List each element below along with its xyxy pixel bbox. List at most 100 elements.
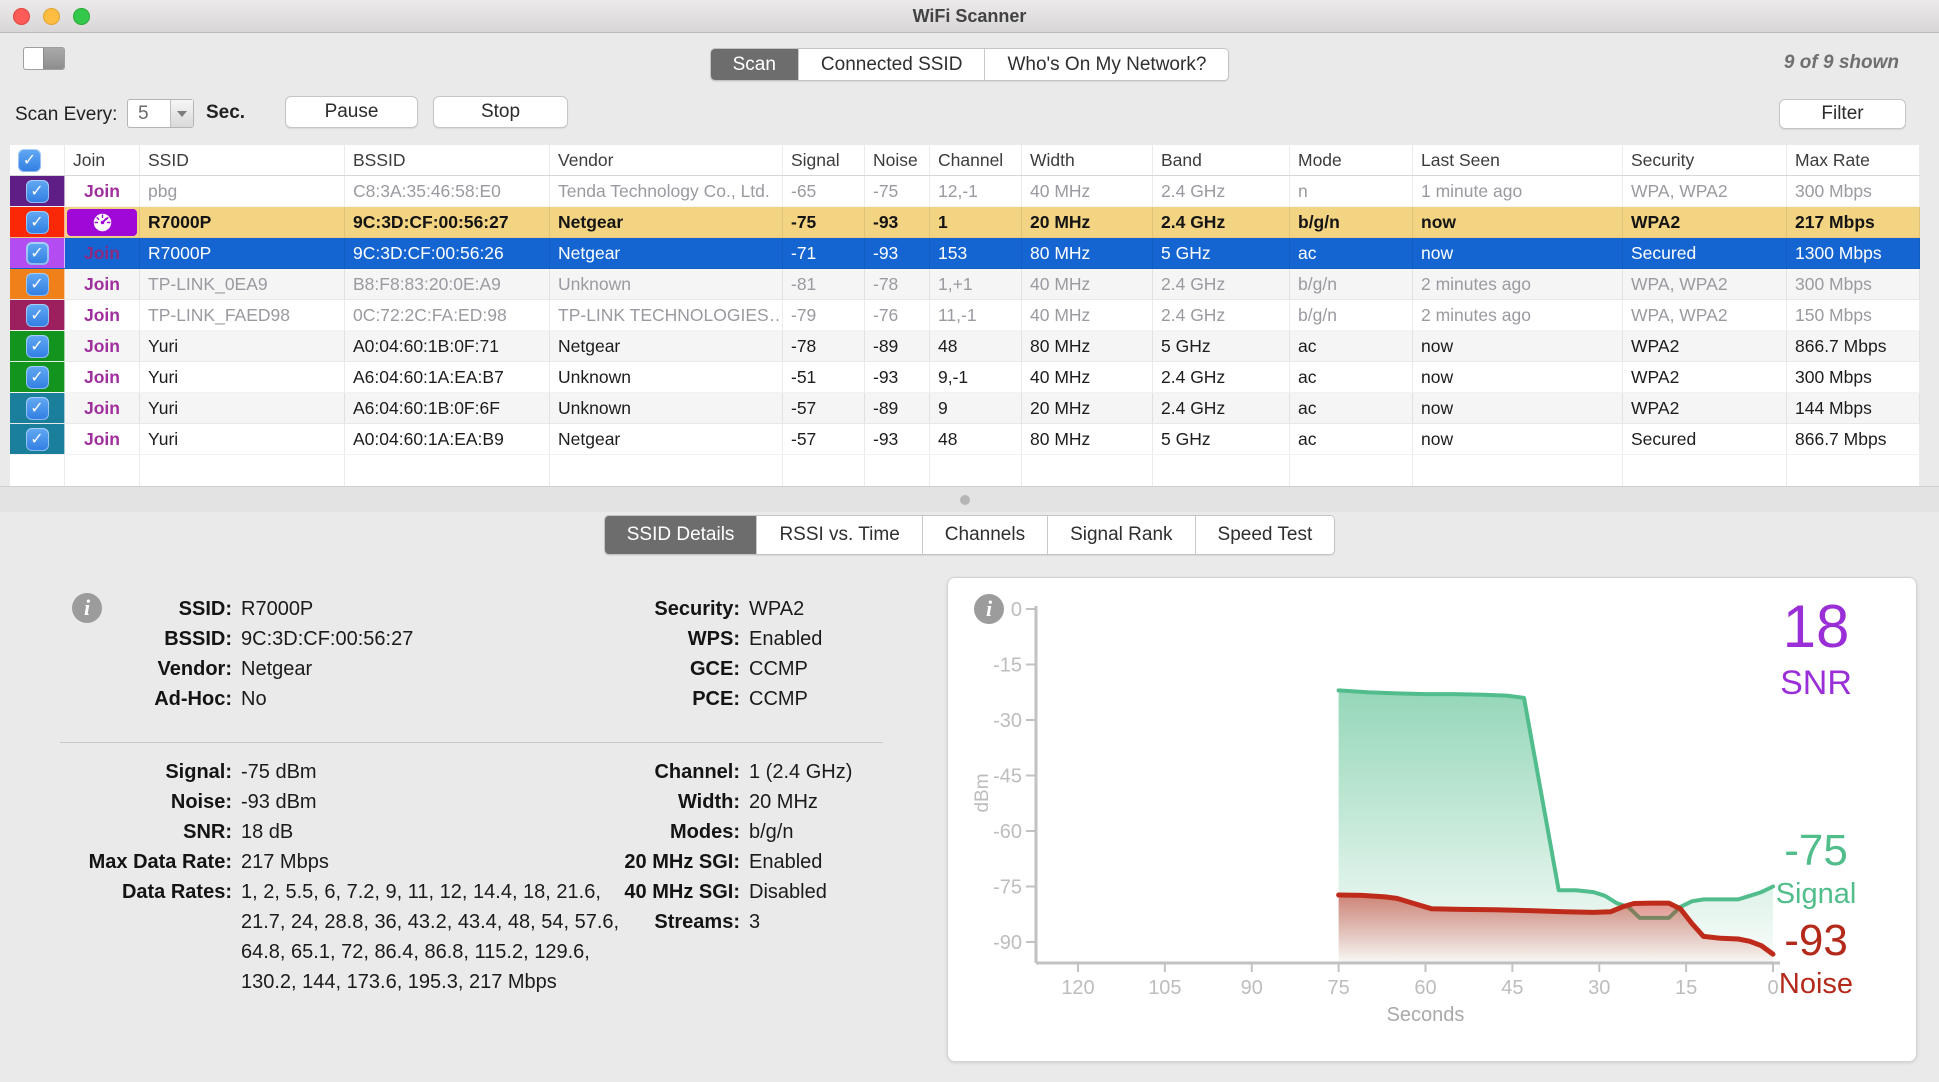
cell-max-rate: 300 Mbps — [1787, 176, 1920, 206]
detail-field: Channel:1 (2.4 GHz) — [500, 757, 880, 787]
table-row[interactable]: ✓JoinTP-LINK_0EA9B8:F8:83:20:0E:A9Unknow… — [10, 269, 1920, 300]
cell-mode: ac — [1290, 424, 1413, 454]
cell-vendor: TP-LINK TECHNOLOGIES… — [550, 300, 783, 330]
empty-cell — [1623, 455, 1787, 486]
select-all-header-cell[interactable]: ✓ — [10, 145, 65, 175]
table-row[interactable]: ✓JoinYuriA6:04:60:1B:0F:6FUnknown-57-899… — [10, 393, 1920, 424]
cell-security: Secured — [1623, 424, 1787, 454]
row-checkbox[interactable]: ✓ — [26, 242, 49, 265]
cell-ssid: Yuri — [140, 362, 345, 392]
cell-mode: b/g/n — [1290, 207, 1413, 237]
row-color-swatch: ✓ — [10, 331, 65, 361]
cell-width: 80 MHz — [1022, 331, 1153, 361]
network-table: ✓JoinSSIDBSSIDVendorSignalNoiseChannelWi… — [10, 145, 1920, 487]
cell-max-rate: 300 Mbps — [1787, 362, 1920, 392]
field-value: Enabled — [749, 624, 822, 654]
cell-width: 40 MHz — [1022, 269, 1153, 299]
join-button[interactable]: Join — [84, 243, 120, 264]
table-row[interactable]: ✓JoinYuriA0:04:60:1B:0F:71Netgear-78-894… — [10, 331, 1920, 362]
cell-last-seen: now — [1413, 331, 1623, 361]
detail-field: 40 MHz SGI:Disabled — [500, 877, 880, 907]
join-button[interactable]: Join — [84, 305, 120, 326]
cell-channel: 9 — [930, 393, 1022, 423]
detail-tab-channels[interactable]: Channels — [923, 516, 1048, 554]
cell-channel: 1,+1 — [930, 269, 1022, 299]
table-row[interactable]: ✓JoinTP-LINK_FAED980C:72:2C:FA:ED:98TP-L… — [10, 300, 1920, 331]
cell-max-rate: 150 Mbps — [1787, 300, 1920, 330]
pause-button[interactable]: Pause — [285, 96, 418, 128]
svg-text:105: 105 — [1148, 977, 1181, 999]
detail-field: WPS:Enabled — [500, 624, 880, 654]
row-checkbox[interactable]: ✓ — [26, 428, 49, 451]
filter-button[interactable]: Filter — [1779, 99, 1906, 129]
empty-cell — [865, 455, 930, 486]
table-row[interactable]: ✓JoinYuriA6:04:60:1A:EA:B7Unknown-51-939… — [10, 362, 1920, 393]
cell-ssid: Yuri — [140, 393, 345, 423]
cell-max-rate: 1300 Mbps — [1787, 238, 1920, 268]
cell-last-seen: 2 minutes ago — [1413, 300, 1623, 330]
join-button[interactable]: Join — [84, 274, 120, 295]
join-cell: Join — [65, 331, 140, 361]
noise-label: Noise — [1736, 968, 1896, 1001]
cell-mode: b/g/n — [1290, 300, 1413, 330]
cell-mode: n — [1290, 176, 1413, 206]
cell-signal: -81 — [783, 269, 865, 299]
join-button[interactable]: Join — [84, 429, 120, 450]
signal-value: -75 — [1736, 826, 1896, 876]
join-button[interactable]: Join — [84, 181, 120, 202]
join-button[interactable]: Join — [84, 367, 120, 388]
cell-signal: -65 — [783, 176, 865, 206]
table-row[interactable]: ✓JoinYuriA0:04:60:1A:EA:B9Netgear-57-934… — [10, 424, 1920, 455]
cell-security: WPA2 — [1623, 393, 1787, 423]
row-checkbox[interactable]: ✓ — [26, 304, 49, 327]
tab-connected-ssid[interactable]: Connected SSID — [799, 49, 986, 80]
svg-text:15: 15 — [1675, 977, 1697, 999]
detail-field: BSSID:9C:3D:CF:00:56:27 — [60, 624, 540, 654]
empty-cell — [1413, 455, 1623, 486]
svg-text:-60: -60 — [993, 821, 1022, 843]
cell-bssid: A0:04:60:1B:0F:71 — [345, 331, 550, 361]
column-header-vendor: Vendor — [550, 145, 783, 175]
cell-ssid: Yuri — [140, 331, 345, 361]
tab-who-s-on-my-network[interactable]: Who's On My Network? — [985, 49, 1228, 80]
join-cell — [65, 207, 140, 237]
table-row[interactable]: ✓JoinpbgC8:3A:35:46:58:E0Tenda Technolog… — [10, 176, 1920, 207]
row-checkbox[interactable]: ✓ — [26, 397, 49, 420]
svg-text:0: 0 — [1011, 599, 1022, 621]
detail-tab-ssid-details[interactable]: SSID Details — [605, 516, 758, 554]
interval-select[interactable]: 5 — [127, 99, 194, 128]
row-checkbox[interactable]: ✓ — [26, 273, 49, 296]
detail-tab-rssi-vs-time[interactable]: RSSI vs. Time — [757, 516, 922, 554]
chart-info-icon: i — [974, 594, 1004, 624]
row-checkbox[interactable]: ✓ — [26, 180, 49, 203]
cell-last-seen: 1 minute ago — [1413, 176, 1623, 206]
svg-text:Seconds: Seconds — [1387, 1004, 1465, 1026]
cell-vendor: Unknown — [550, 269, 783, 299]
cell-signal: -78 — [783, 331, 865, 361]
empty-cell — [140, 455, 345, 486]
cell-band: 2.4 GHz — [1153, 362, 1290, 392]
gauge-button[interactable] — [67, 209, 137, 236]
stop-button[interactable]: Stop — [433, 96, 568, 128]
select-all-checkbox[interactable]: ✓ — [18, 149, 41, 172]
tab-scan[interactable]: Scan — [711, 49, 799, 80]
table-row[interactable]: ✓JoinR7000P9C:3D:CF:00:56:26Netgear-71-9… — [10, 238, 1920, 269]
row-checkbox[interactable]: ✓ — [26, 211, 49, 234]
cell-signal: -57 — [783, 393, 865, 423]
cell-channel: 153 — [930, 238, 1022, 268]
field-value: -93 dBm — [241, 787, 317, 817]
splitter-dot-icon — [960, 495, 970, 505]
row-checkbox[interactable]: ✓ — [26, 366, 49, 389]
splitter-handle[interactable] — [0, 486, 1939, 512]
divider — [60, 742, 883, 743]
detail-tab-speed-test[interactable]: Speed Test — [1196, 516, 1335, 554]
join-button[interactable]: Join — [84, 398, 120, 419]
field-label: Signal: — [60, 757, 232, 787]
detail-tab-signal-rank[interactable]: Signal Rank — [1048, 516, 1195, 554]
join-button[interactable]: Join — [84, 336, 120, 357]
table-row[interactable]: ✓R7000P9C:3D:CF:00:56:27Netgear-75-93120… — [10, 207, 1920, 238]
row-checkbox[interactable]: ✓ — [26, 335, 49, 358]
field-label: BSSID: — [60, 624, 232, 654]
channel-info-block: Channel:1 (2.4 GHz)Width:20 MHzModes:b/g… — [500, 757, 880, 937]
column-header-bssid: BSSID — [345, 145, 550, 175]
